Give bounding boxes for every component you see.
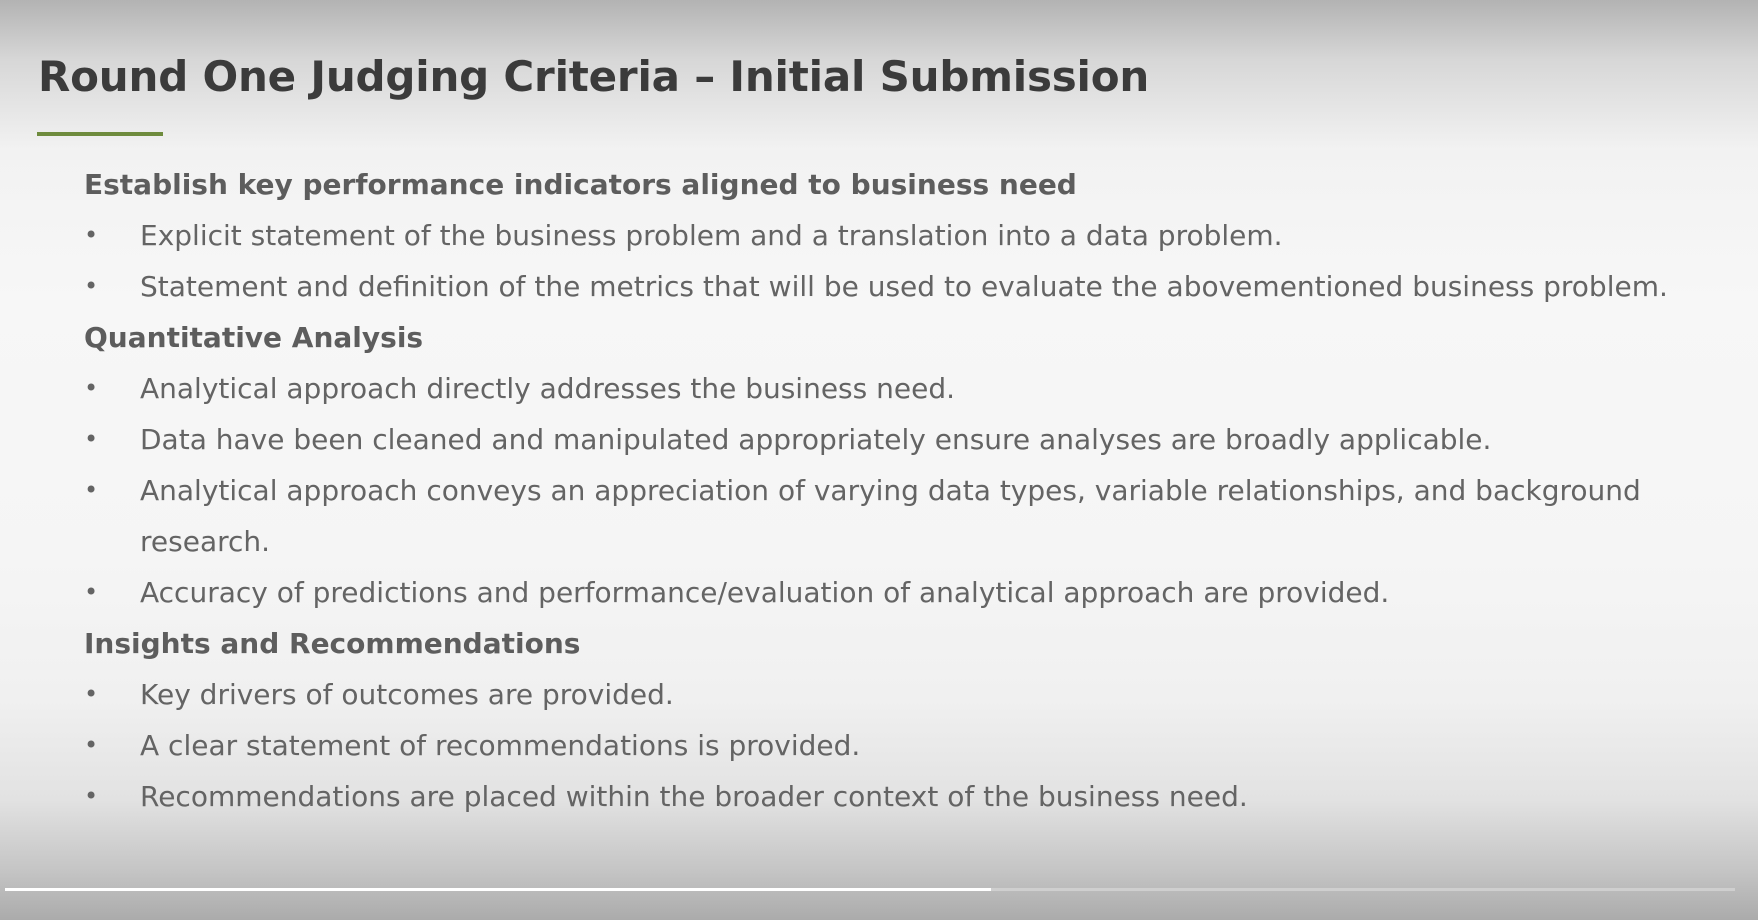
list-item: • Analytical approach directly addresses… [84,363,1730,414]
list-item-text: Key drivers of outcomes are provided. [140,678,674,711]
title-underline [37,132,163,136]
bullet-icon: • [84,578,99,606]
slide: Round One Judging Criteria – Initial Sub… [0,0,1758,920]
bullet-icon: • [84,782,99,810]
bullet-icon: • [84,680,99,708]
video-progress-bar[interactable] [5,888,1735,891]
bullet-icon: • [84,272,99,300]
criteria-list: Establish key performance indicators ali… [84,159,1684,822]
list-item: • Analytical approach conveys an appreci… [84,465,1730,567]
list-item-text: Analytical approach directly addresses t… [140,372,956,405]
bullet-icon: • [84,425,99,453]
list-item: • Data have been cleaned and manipulated… [84,414,1730,465]
bullet-icon: • [84,731,99,759]
list-item: • Accuracy of predictions and performanc… [84,567,1730,618]
bullet-list: • Explicit statement of the business pro… [84,210,1684,312]
bullet-icon: • [84,221,99,249]
list-item-text: Analytical approach conveys an appreciat… [140,474,1641,558]
list-item: • Explicit statement of the business pro… [84,210,1730,261]
section-insights-recommendations: Insights and Recommendations • Key drive… [84,618,1684,822]
section-kpi: Establish key performance indicators ali… [84,159,1684,312]
list-item: • Key drivers of outcomes are provided. [84,669,1730,720]
section-heading: Insights and Recommendations [84,627,581,660]
section-quantitative-analysis: Quantitative Analysis • Analytical appro… [84,312,1684,618]
list-item-text: Explicit statement of the business probl… [140,219,1283,252]
list-item-text: Statement and definition of the metrics … [140,270,1668,303]
section-heading: Quantitative Analysis [84,321,424,354]
list-item-text: Accuracy of predictions and performance/… [140,576,1390,609]
bullet-icon: • [84,374,99,402]
slide-title: Round One Judging Criteria – Initial Sub… [38,52,1150,101]
bullet-icon: • [84,476,99,504]
section-heading: Establish key performance indicators ali… [84,168,1077,201]
bullet-list: • Key drivers of outcomes are provided. … [84,669,1684,822]
list-item-text: Data have been cleaned and manipulated a… [140,423,1492,456]
video-progress-fill [5,888,992,891]
list-item-text: A clear statement of recommendations is … [140,729,861,762]
list-item-text: Recommendations are placed within the br… [140,780,1248,813]
list-item: • Recommendations are placed within the … [84,771,1730,822]
list-item: • Statement and definition of the metric… [84,261,1730,312]
list-item: • A clear statement of recommendations i… [84,720,1730,771]
bullet-list: • Analytical approach directly addresses… [84,363,1684,618]
